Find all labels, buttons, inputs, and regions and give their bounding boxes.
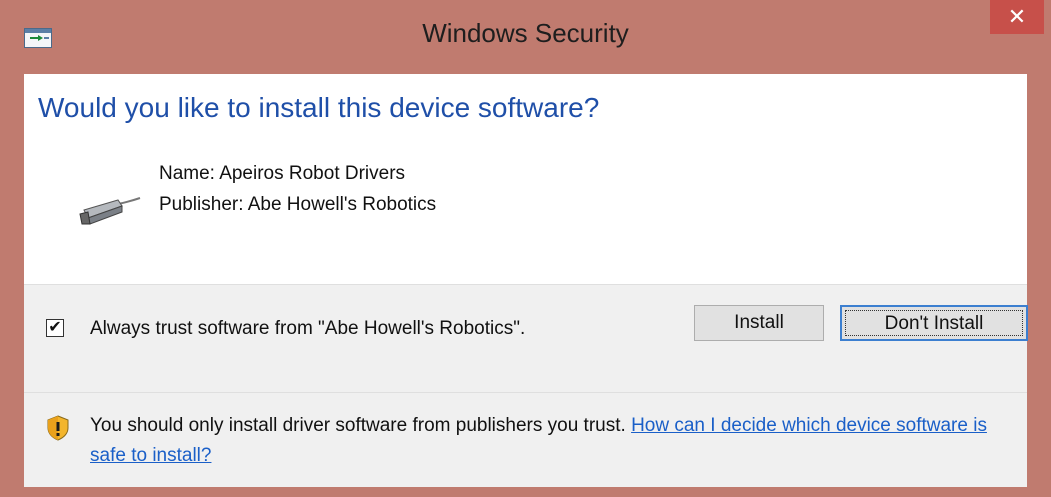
warning-text: You should only install driver software …: [90, 415, 626, 436]
action-band: ✔ Always trust software from "Abe Howell…: [24, 284, 1028, 393]
security-shield-icon: [47, 415, 69, 441]
install-button[interactable]: Install: [694, 305, 824, 341]
title-bar[interactable]: Windows Security ✕: [0, 0, 1051, 74]
dont-install-button[interactable]: Don't Install: [840, 305, 1028, 341]
dialog-content: Would you like to install this device so…: [24, 74, 1028, 487]
always-trust-label[interactable]: Always trust software from "Abe Howell's…: [90, 315, 570, 343]
close-button[interactable]: ✕: [990, 0, 1044, 34]
dont-install-label: Don't Install: [845, 310, 1023, 336]
driver-publisher: Publisher: Abe Howell's Robotics: [159, 194, 437, 215]
driver-info: Name: Apeiros Robot Drivers Publisher: A…: [159, 158, 436, 220]
warning-footer: You should only install driver software …: [24, 392, 1027, 487]
dialog-heading: Would you like to install this device so…: [38, 92, 600, 123]
window-title: Windows Security: [422, 18, 629, 48]
windows-security-dialog: Windows Security ✕ Would you like to ins…: [0, 0, 1051, 497]
always-trust-checkbox[interactable]: ✔: [46, 319, 64, 337]
serial-cable-icon: [79, 197, 141, 225]
warning-message: You should only install driver software …: [90, 411, 990, 471]
driver-name: Name: Apeiros Robot Drivers: [159, 163, 406, 184]
